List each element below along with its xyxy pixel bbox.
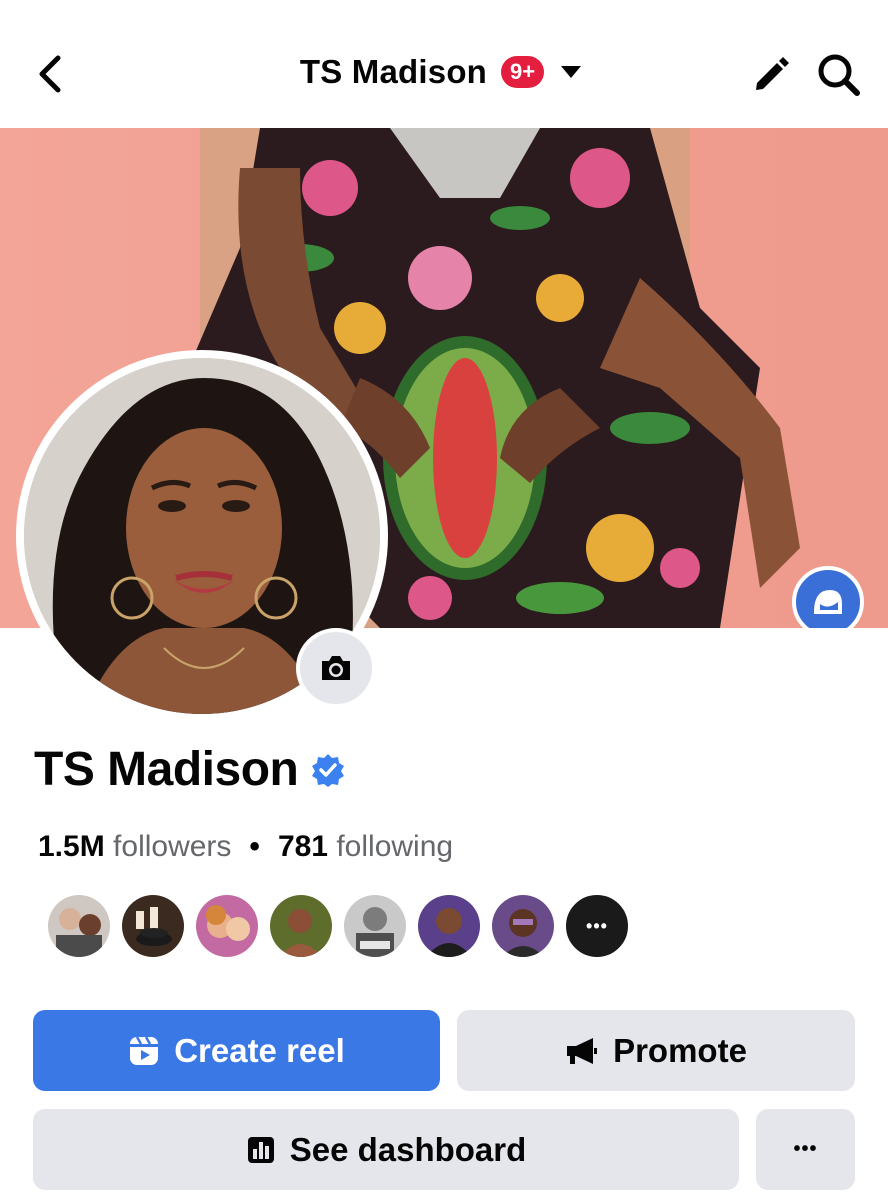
promote-button[interactable]: Promote (457, 1010, 855, 1091)
camera-icon (322, 656, 350, 680)
avatar-button[interactable] (792, 566, 864, 628)
stats-separator: • (249, 830, 260, 863)
profile-camera-button[interactable] (296, 628, 376, 708)
followers-label: followers (113, 830, 232, 863)
follower-avatars: ••• (46, 893, 630, 959)
verified-badge-icon (312, 753, 345, 787)
more-options-button[interactable]: ••• (756, 1109, 855, 1190)
pencil-icon (756, 57, 789, 90)
follower-avatar[interactable] (46, 893, 112, 959)
follower-avatar[interactable] (416, 893, 482, 959)
notification-badge: 9+ (501, 56, 545, 88)
create-reel-button[interactable]: Create reel (33, 1010, 440, 1091)
following-label: following (336, 830, 454, 863)
more-options-label: ••• (793, 1138, 818, 1160)
more-followers-button[interactable]: ••• (564, 893, 630, 959)
page-title: TS Madison (299, 53, 488, 90)
follower-avatar[interactable] (194, 893, 260, 959)
top-bar: TS Madison 9+ (0, 0, 888, 128)
follower-avatar[interactable] (342, 893, 408, 959)
follower-avatar[interactable] (268, 893, 334, 959)
profile-name: TS Madison (34, 743, 299, 796)
follower-avatar[interactable] (120, 893, 186, 959)
reel-icon (130, 1035, 159, 1065)
see-dashboard-button[interactable]: See dashboard (33, 1109, 739, 1190)
search-icon (818, 54, 860, 96)
search-button[interactable] (814, 50, 864, 100)
following-link[interactable]: 781 following (278, 830, 453, 864)
see-dashboard-label: See dashboard (289, 1130, 527, 1168)
follow-stats: 1.5M followers • 781 following (38, 830, 453, 864)
promote-label: Promote (613, 1031, 747, 1069)
followers-link[interactable]: 1.5M followers (38, 830, 231, 864)
caret-down-icon[interactable] (554, 52, 588, 92)
following-count: 781 (277, 830, 328, 863)
bar-chart-icon (247, 1136, 274, 1163)
avatar-icon (814, 590, 842, 614)
profile-name-row: TS Madison (34, 742, 346, 797)
followers-count: 1.5M (38, 830, 105, 863)
megaphone-icon (567, 1037, 598, 1064)
edit-button[interactable] (748, 50, 796, 98)
more-followers-label: ••• (586, 915, 608, 936)
create-reel-label: Create reel (174, 1031, 345, 1069)
follower-avatar[interactable] (490, 893, 556, 959)
